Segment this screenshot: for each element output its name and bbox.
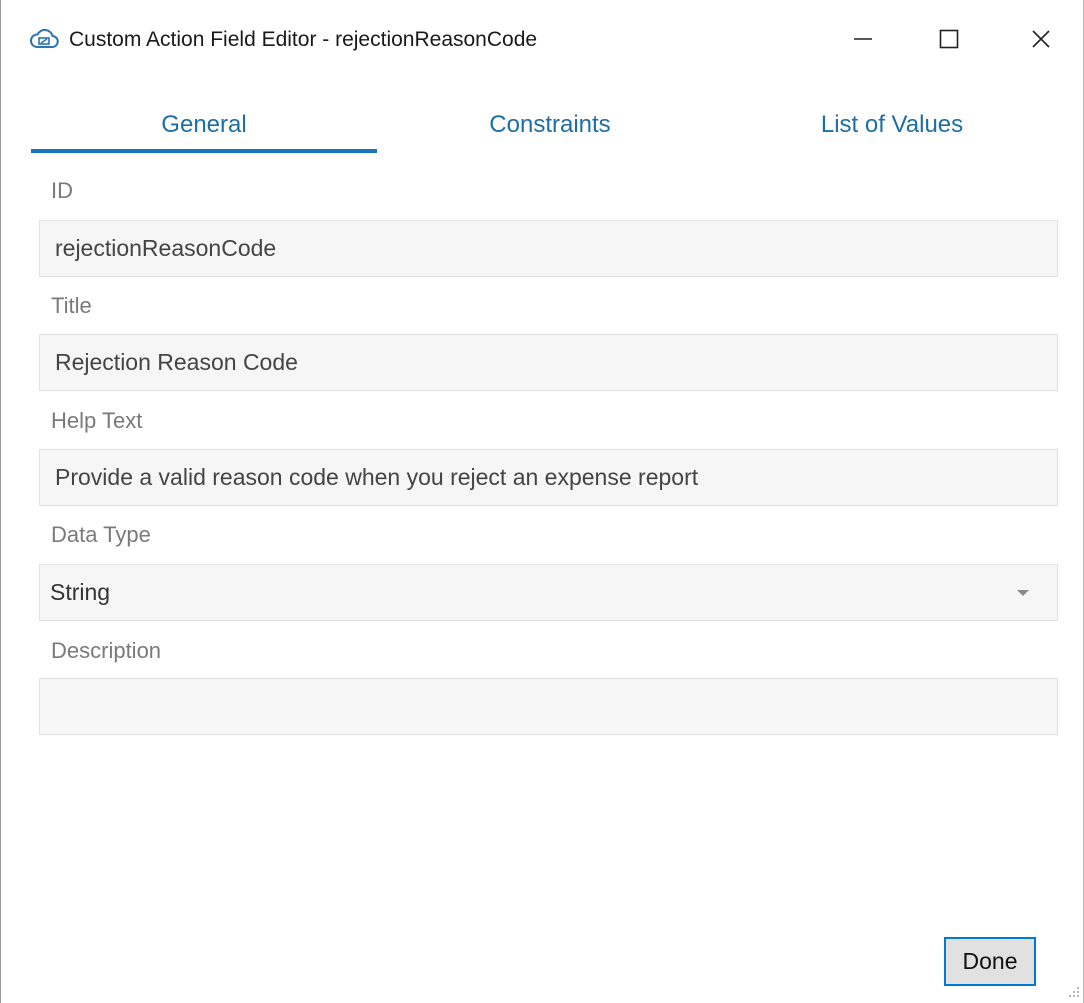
description-field[interactable] [39, 678, 1058, 735]
tab-general[interactable]: General [31, 100, 377, 156]
window-title: Custom Action Field Editor - rejectionRe… [69, 28, 538, 51]
title-label: Title [51, 293, 92, 318]
active-tab-indicator [31, 149, 377, 153]
id-field[interactable]: rejectionReasonCode [39, 220, 1058, 277]
done-button[interactable]: Done [944, 937, 1036, 986]
close-button[interactable] [1013, 18, 1069, 60]
cloud-icon [29, 26, 59, 52]
help-text-field[interactable]: Provide a valid reason code when you rej… [39, 449, 1058, 506]
help-text-label: Help Text [51, 408, 143, 433]
description-label: Description [51, 638, 162, 663]
title-bar[interactable]: Custom Action Field Editor - rejectionRe… [1, 0, 1083, 80]
maximize-icon [939, 29, 959, 49]
chevron-down-icon [1017, 590, 1029, 596]
close-icon [1032, 30, 1050, 48]
resize-grip-icon[interactable] [1065, 983, 1081, 999]
tab-bar: General Constraints List of Values [31, 100, 1061, 156]
custom-action-field-editor-dialog: Custom Action Field Editor - rejectionRe… [0, 0, 1084, 1003]
minimize-icon [854, 38, 872, 40]
minimize-button[interactable] [835, 18, 891, 60]
title-field[interactable]: Rejection Reason Code [39, 334, 1058, 391]
data-type-select[interactable]: String [39, 564, 1058, 621]
tab-constraints[interactable]: Constraints [377, 100, 723, 156]
data-type-value: String [50, 579, 111, 605]
maximize-button[interactable] [921, 18, 977, 60]
id-label: ID [51, 178, 73, 203]
data-type-label: Data Type [51, 522, 151, 547]
tab-list-of-values[interactable]: List of Values [723, 100, 1061, 156]
